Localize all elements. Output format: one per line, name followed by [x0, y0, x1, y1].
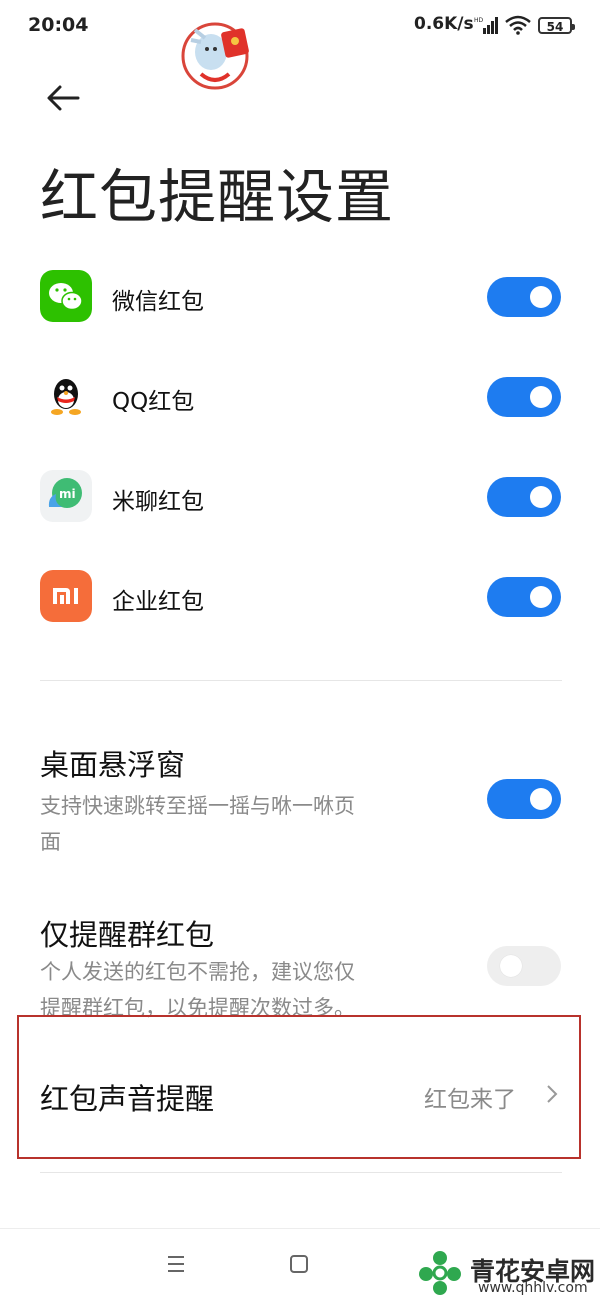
battery-icon: 54	[538, 17, 575, 34]
sound-reminder-value: 红包来了	[424, 1087, 516, 1113]
floating-window-desc: 支持快速跳转至摇一摇与咻一咻页 面	[40, 794, 355, 854]
red-envelope-mascot-icon	[181, 22, 249, 90]
group-only-title: 仅提醒群红包	[40, 918, 215, 952]
svg-text:mi: mi	[59, 487, 76, 501]
floating-window-title: 桌面悬浮窗	[40, 748, 186, 782]
row-qq: QQ红包	[0, 352, 600, 442]
floating-window-toggle[interactable]	[487, 779, 561, 819]
menu-icon[interactable]	[166, 1255, 186, 1273]
row-wechat: 微信红包	[0, 252, 600, 342]
svg-text:HD: HD	[474, 17, 484, 24]
signal-icon: HD	[474, 17, 498, 34]
watermark-url: www.qhhlv.com	[478, 1280, 588, 1296]
qq-label: QQ红包	[112, 389, 195, 415]
divider-bottom	[40, 1172, 562, 1173]
miliao-toggle[interactable]	[487, 477, 561, 517]
miliao-label: 米聊红包	[112, 489, 204, 515]
wechat-label: 微信红包	[112, 289, 204, 315]
chevron-right-icon	[547, 1085, 558, 1103]
enterprise-toggle[interactable]	[487, 577, 561, 617]
row-miliao: mi 米聊红包	[0, 452, 600, 542]
divider	[40, 680, 562, 681]
status-time: 20:04	[28, 14, 89, 36]
watermark-logo-icon	[419, 1251, 461, 1295]
sound-reminder-label: 红包声音提醒	[40, 1082, 215, 1116]
wechat-toggle[interactable]	[487, 277, 561, 317]
home-icon[interactable]	[289, 1254, 309, 1274]
qq-toggle[interactable]	[487, 377, 561, 417]
miliao-icon: mi	[40, 470, 92, 522]
status-bar: 20:04 0.6K/s HD 54	[0, 0, 600, 52]
mi-enterprise-icon	[40, 570, 92, 622]
qq-icon	[40, 370, 92, 422]
group-only-toggle[interactable]	[487, 946, 561, 986]
back-arrow-icon[interactable]	[44, 80, 84, 116]
wifi-icon	[505, 15, 531, 35]
page-title: 红包提醒设置	[40, 163, 395, 231]
enterprise-label: 企业红包	[112, 589, 204, 615]
row-enterprise: 企业红包	[0, 552, 600, 642]
network-speed: 0.6K/s	[414, 14, 474, 34]
wechat-icon	[40, 270, 92, 322]
